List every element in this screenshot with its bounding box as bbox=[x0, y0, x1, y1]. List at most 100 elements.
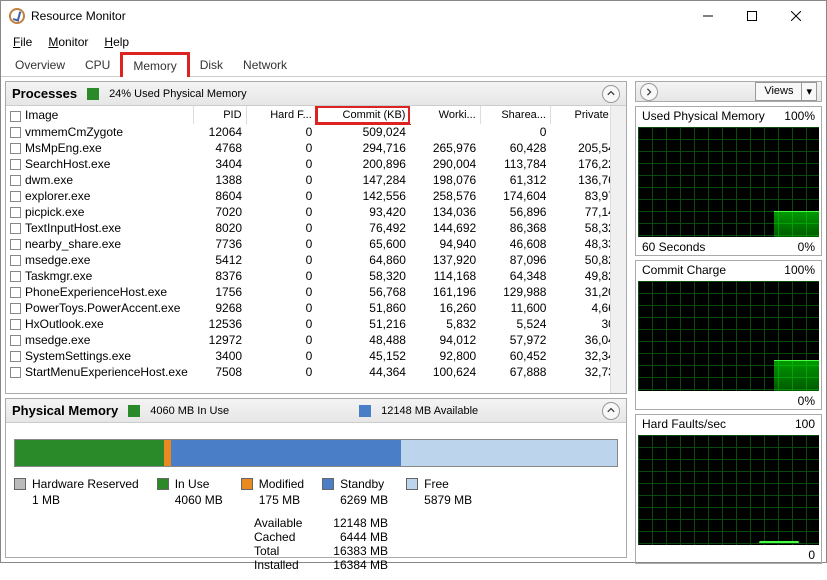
table-row[interactable]: HxOutlook.exe12536051,2165,8325,524308 bbox=[6, 316, 626, 332]
table-row[interactable]: PowerToys.PowerAccent.exe9268051,86016,2… bbox=[6, 300, 626, 316]
chevron-down-icon: ▾ bbox=[801, 83, 816, 100]
table-row[interactable]: StartMenuExperienceHost.exe7508044,36410… bbox=[6, 364, 626, 380]
physmem-title: Physical Memory bbox=[12, 403, 118, 418]
table-row[interactable]: MsMpEng.exe47680294,716265,97660,428205,… bbox=[6, 140, 626, 156]
stat-total-k: Total bbox=[254, 544, 308, 558]
table-row[interactable]: dwm.exe13880147,284198,07661,312136,764 bbox=[6, 172, 626, 188]
inuse-indicator-icon bbox=[128, 405, 140, 417]
processes-title: Processes bbox=[12, 86, 77, 101]
col-hard-faults[interactable]: Hard F... bbox=[246, 106, 316, 124]
row-checkbox[interactable] bbox=[10, 335, 21, 346]
table-scrollbar[interactable] bbox=[610, 106, 626, 393]
graph-commit-max: 100% bbox=[784, 263, 815, 277]
graph-commit-title: Commit Charge bbox=[642, 263, 726, 277]
table-row[interactable]: vmmemCmZygote120640509,02408 bbox=[6, 124, 626, 140]
graph-used-max: 100% bbox=[784, 109, 815, 123]
table-row[interactable]: explorer.exe86040142,556258,576174,60483… bbox=[6, 188, 626, 204]
close-button[interactable] bbox=[774, 2, 818, 30]
menu-monitor[interactable]: Monitor bbox=[40, 33, 96, 51]
tab-network[interactable]: Network bbox=[233, 54, 297, 76]
row-checkbox[interactable] bbox=[10, 319, 21, 330]
stat-total-v: 16383 MB bbox=[320, 544, 388, 558]
legend-mod-swatch bbox=[241, 478, 253, 490]
tab-memory[interactable]: Memory bbox=[120, 52, 189, 77]
legend-free-label: Free bbox=[424, 477, 472, 493]
tab-disk[interactable]: Disk bbox=[190, 54, 233, 76]
memory-bar bbox=[14, 439, 618, 467]
legend-inuse-val: 4060 MB bbox=[175, 493, 223, 509]
collapse-physmem-button[interactable] bbox=[602, 402, 620, 420]
legend-inuse-label: In Use bbox=[175, 477, 223, 493]
legend-standby-label: Standby bbox=[340, 477, 388, 493]
graph-hf-max: 100 bbox=[795, 417, 815, 431]
window-title: Resource Monitor bbox=[31, 9, 686, 23]
select-all-checkbox[interactable] bbox=[10, 111, 21, 122]
row-checkbox[interactable] bbox=[10, 351, 21, 362]
physmem-inuse: 4060 MB In Use bbox=[150, 405, 229, 417]
legend-mod-val: 175 MB bbox=[259, 493, 304, 509]
row-checkbox[interactable] bbox=[10, 303, 21, 314]
legend-hw-val: 1 MB bbox=[32, 493, 139, 509]
row-checkbox[interactable] bbox=[10, 271, 21, 282]
tab-overview[interactable]: Overview bbox=[5, 54, 75, 76]
stat-installed-k: Installed bbox=[254, 558, 308, 572]
row-checkbox[interactable] bbox=[10, 191, 21, 202]
graph-commit-min: 0% bbox=[798, 394, 815, 408]
table-row[interactable]: msedge.exe5412064,860137,92087,09650,824 bbox=[6, 252, 626, 268]
legend-free-swatch bbox=[406, 478, 418, 490]
menu-file[interactable]: File bbox=[5, 33, 40, 51]
avail-indicator-icon bbox=[359, 405, 371, 417]
physical-memory-panel: Physical Memory 4060 MB In Use 12148 MB … bbox=[5, 398, 627, 558]
graph-hf-title: Hard Faults/sec bbox=[642, 417, 726, 431]
table-row[interactable]: PhoneExperienceHost.exe1756056,768161,19… bbox=[6, 284, 626, 300]
processes-table[interactable]: Image PID Hard F... Commit (KB) Worki...… bbox=[6, 106, 626, 380]
row-checkbox[interactable] bbox=[10, 127, 21, 138]
row-checkbox[interactable] bbox=[10, 143, 21, 154]
stat-installed-v: 16384 MB bbox=[320, 558, 388, 572]
app-icon bbox=[9, 8, 25, 24]
table-row[interactable]: SearchHost.exe34040200,896290,004113,784… bbox=[6, 156, 626, 172]
legend-mod-label: Modified bbox=[259, 477, 304, 493]
row-checkbox[interactable] bbox=[10, 223, 21, 234]
stat-available-k: Available bbox=[254, 516, 308, 530]
graph-used-min: 0% bbox=[798, 240, 815, 254]
processes-panel: Processes 24% Used Physical Memory Image… bbox=[5, 81, 627, 394]
legend-standby-swatch bbox=[322, 478, 334, 490]
expand-right-button[interactable] bbox=[640, 83, 658, 101]
table-row[interactable]: TextInputHost.exe8020076,492144,69286,36… bbox=[6, 220, 626, 236]
minimize-button[interactable] bbox=[686, 2, 730, 30]
row-checkbox[interactable] bbox=[10, 287, 21, 298]
graph-used-title: Used Physical Memory bbox=[642, 109, 765, 123]
legend-standby-val: 6269 MB bbox=[340, 493, 388, 509]
col-working-set[interactable]: Worki... bbox=[410, 106, 480, 124]
col-commit[interactable]: Commit (KB) bbox=[316, 106, 410, 124]
col-pid[interactable]: PID bbox=[193, 106, 246, 124]
row-checkbox[interactable] bbox=[10, 255, 21, 266]
table-row[interactable]: msedge.exe12972048,48894,01257,97236,040 bbox=[6, 332, 626, 348]
legend-inuse-swatch bbox=[157, 478, 169, 490]
row-checkbox[interactable] bbox=[10, 239, 21, 250]
row-checkbox[interactable] bbox=[10, 367, 21, 378]
col-shareable[interactable]: Sharea... bbox=[480, 106, 550, 124]
physmem-avail: 12148 MB Available bbox=[381, 405, 478, 417]
table-row[interactable]: SystemSettings.exe3400045,15292,80060,45… bbox=[6, 348, 626, 364]
table-row[interactable]: nearby_share.exe7736065,60094,94046,6084… bbox=[6, 236, 626, 252]
maximize-button[interactable] bbox=[730, 2, 774, 30]
row-checkbox[interactable] bbox=[10, 207, 21, 218]
menu-help[interactable]: Help bbox=[96, 33, 137, 51]
row-checkbox[interactable] bbox=[10, 175, 21, 186]
tab-cpu[interactable]: CPU bbox=[75, 54, 120, 76]
views-dropdown[interactable]: Views▾ bbox=[755, 82, 817, 101]
col-image[interactable]: Image bbox=[6, 106, 193, 124]
row-checkbox[interactable] bbox=[10, 159, 21, 170]
table-row[interactable]: Taskmgr.exe8376058,320114,16864,34849,82… bbox=[6, 268, 626, 284]
table-row[interactable]: picpick.exe7020093,420134,03656,89677,14… bbox=[6, 204, 626, 220]
legend-free-val: 5879 MB bbox=[424, 493, 472, 509]
legend-hw-label: Hardware Reserved bbox=[32, 477, 139, 493]
graph-hf-min: 0 bbox=[808, 548, 815, 562]
stat-cached-v: 6444 MB bbox=[320, 530, 388, 544]
processes-status: 24% Used Physical Memory bbox=[109, 88, 247, 100]
collapse-processes-button[interactable] bbox=[602, 85, 620, 103]
legend-hw-swatch bbox=[14, 478, 26, 490]
status-indicator-icon bbox=[87, 88, 99, 100]
